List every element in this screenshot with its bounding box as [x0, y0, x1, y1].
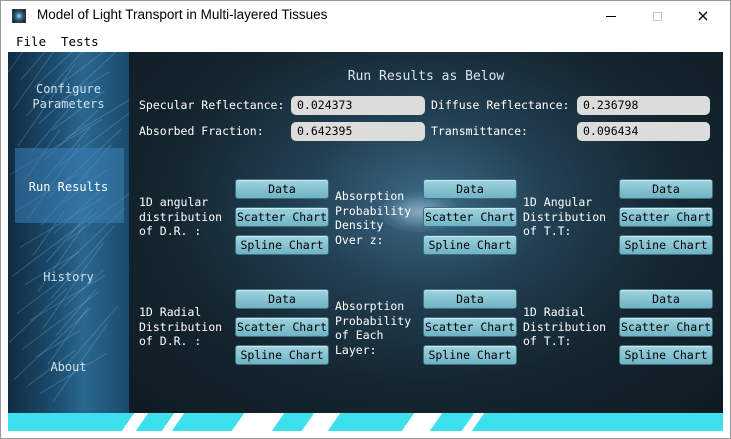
group-label-absorption-layer: Absorption Probability of Each Layer: — [335, 299, 412, 357]
group-label-radial-dr: 1D Radial Distribution of D.R. : — [139, 305, 223, 348]
sidebar-item-label: About — [50, 360, 87, 374]
angular-tt-data-button[interactable]: Data — [619, 179, 713, 199]
absorption-density-scatter-chart-button[interactable]: Scatter Chart — [423, 207, 517, 227]
absorption-density-data-button[interactable]: Data — [423, 179, 517, 199]
content-area: Configure Parameters Run Results History… — [8, 52, 723, 431]
menu-file[interactable]: File — [16, 34, 46, 49]
light-streak — [8, 52, 38, 73]
absorbed-fraction-field[interactable]: 0.642395 — [291, 122, 425, 141]
radial-tt-spline-chart-button[interactable]: Spline Chart — [619, 345, 713, 365]
absorption-layer-spline-chart-button[interactable]: Spline Chart — [423, 345, 517, 365]
app-icon — [12, 9, 26, 23]
group-label-radial-tt: 1D Radial Distribution of T.T: — [523, 305, 607, 348]
group-label-angular-tt: 1D Angular Distribution of T.T: — [523, 195, 607, 238]
footer-stripe — [161, 413, 185, 431]
group-label-angular-dr: 1D angular distribution of D.R. : — [139, 195, 223, 238]
results-panel: Run Results as Below Specular Reflectanc… — [129, 52, 723, 413]
radial-tt-data-button[interactable]: Data — [619, 289, 713, 309]
minimize-button[interactable] — [588, 1, 634, 31]
maximize-icon — [652, 11, 662, 21]
minimize-icon — [606, 15, 616, 17]
radial-dr-spline-chart-button[interactable]: Spline Chart — [235, 345, 329, 365]
sidebar-item-run-results[interactable]: Run Results — [8, 180, 129, 195]
menu-tests[interactable]: Tests — [61, 34, 99, 49]
absorption-density-spline-chart-button[interactable]: Spline Chart — [423, 235, 517, 255]
transmittance-label: Transmittance: — [431, 124, 528, 138]
footer-stripe — [121, 413, 149, 431]
sidebar-item-label: Run Results — [28, 180, 109, 194]
menu-bar: File Tests — [1, 32, 730, 51]
close-button[interactable]: × — [680, 1, 726, 31]
page-title: Run Results as Below — [347, 69, 505, 84]
maximize-button[interactable] — [634, 1, 680, 31]
footer-stripe — [231, 413, 285, 431]
window-title: Model of Light Transport in Multi-layere… — [37, 7, 328, 22]
absorption-layer-scatter-chart-button[interactable]: Scatter Chart — [423, 317, 517, 337]
sidebar-item-label: History — [43, 270, 94, 284]
close-icon: × — [696, 6, 710, 25]
absorption-layer-data-button[interactable]: Data — [423, 289, 517, 309]
angular-dr-data-button[interactable]: Data — [235, 179, 329, 199]
radial-dr-scatter-chart-button[interactable]: Scatter Chart — [235, 317, 329, 337]
specular-reflectance-field[interactable]: 0.024373 — [291, 96, 425, 115]
sidebar-item-about[interactable]: About — [8, 360, 129, 375]
footer-stripe — [461, 413, 485, 431]
diffuse-reflectance-field[interactable]: 0.236798 — [577, 96, 710, 115]
sidebar-item-label: Configure Parameters — [32, 82, 105, 111]
radial-dr-data-button[interactable]: Data — [235, 289, 329, 309]
angular-tt-spline-chart-button[interactable]: Spline Chart — [619, 235, 713, 255]
sidebar-item-history[interactable]: History — [8, 270, 129, 285]
footer-stripe — [301, 413, 341, 431]
absorbed-fraction-label: Absorbed Fraction: — [139, 124, 264, 138]
title-bar[interactable]: Model of Light Transport in Multi-layere… — [1, 1, 730, 31]
sidebar: Configure Parameters Run Results History… — [8, 52, 129, 413]
group-label-absorption-density: Absorption Probability Density Over z: — [335, 189, 412, 247]
angular-dr-scatter-chart-button[interactable]: Scatter Chart — [235, 207, 329, 227]
footer-banner — [8, 413, 723, 431]
app-window: Model of Light Transport in Multi-layere… — [0, 0, 731, 439]
angular-dr-spline-chart-button[interactable]: Spline Chart — [235, 235, 329, 255]
sidebar-item-configure-parameters[interactable]: Configure Parameters — [8, 82, 129, 112]
light-streak — [30, 109, 69, 154]
angular-tt-scatter-chart-button[interactable]: Scatter Chart — [619, 207, 713, 227]
diffuse-reflectance-label: Diffuse Reflectance: — [431, 98, 570, 112]
specular-reflectance-label: Specular Reflectance: — [139, 98, 285, 112]
transmittance-field[interactable]: 0.096434 — [577, 122, 710, 141]
footer-stripe — [401, 413, 443, 431]
radial-tt-scatter-chart-button[interactable]: Scatter Chart — [619, 317, 713, 337]
